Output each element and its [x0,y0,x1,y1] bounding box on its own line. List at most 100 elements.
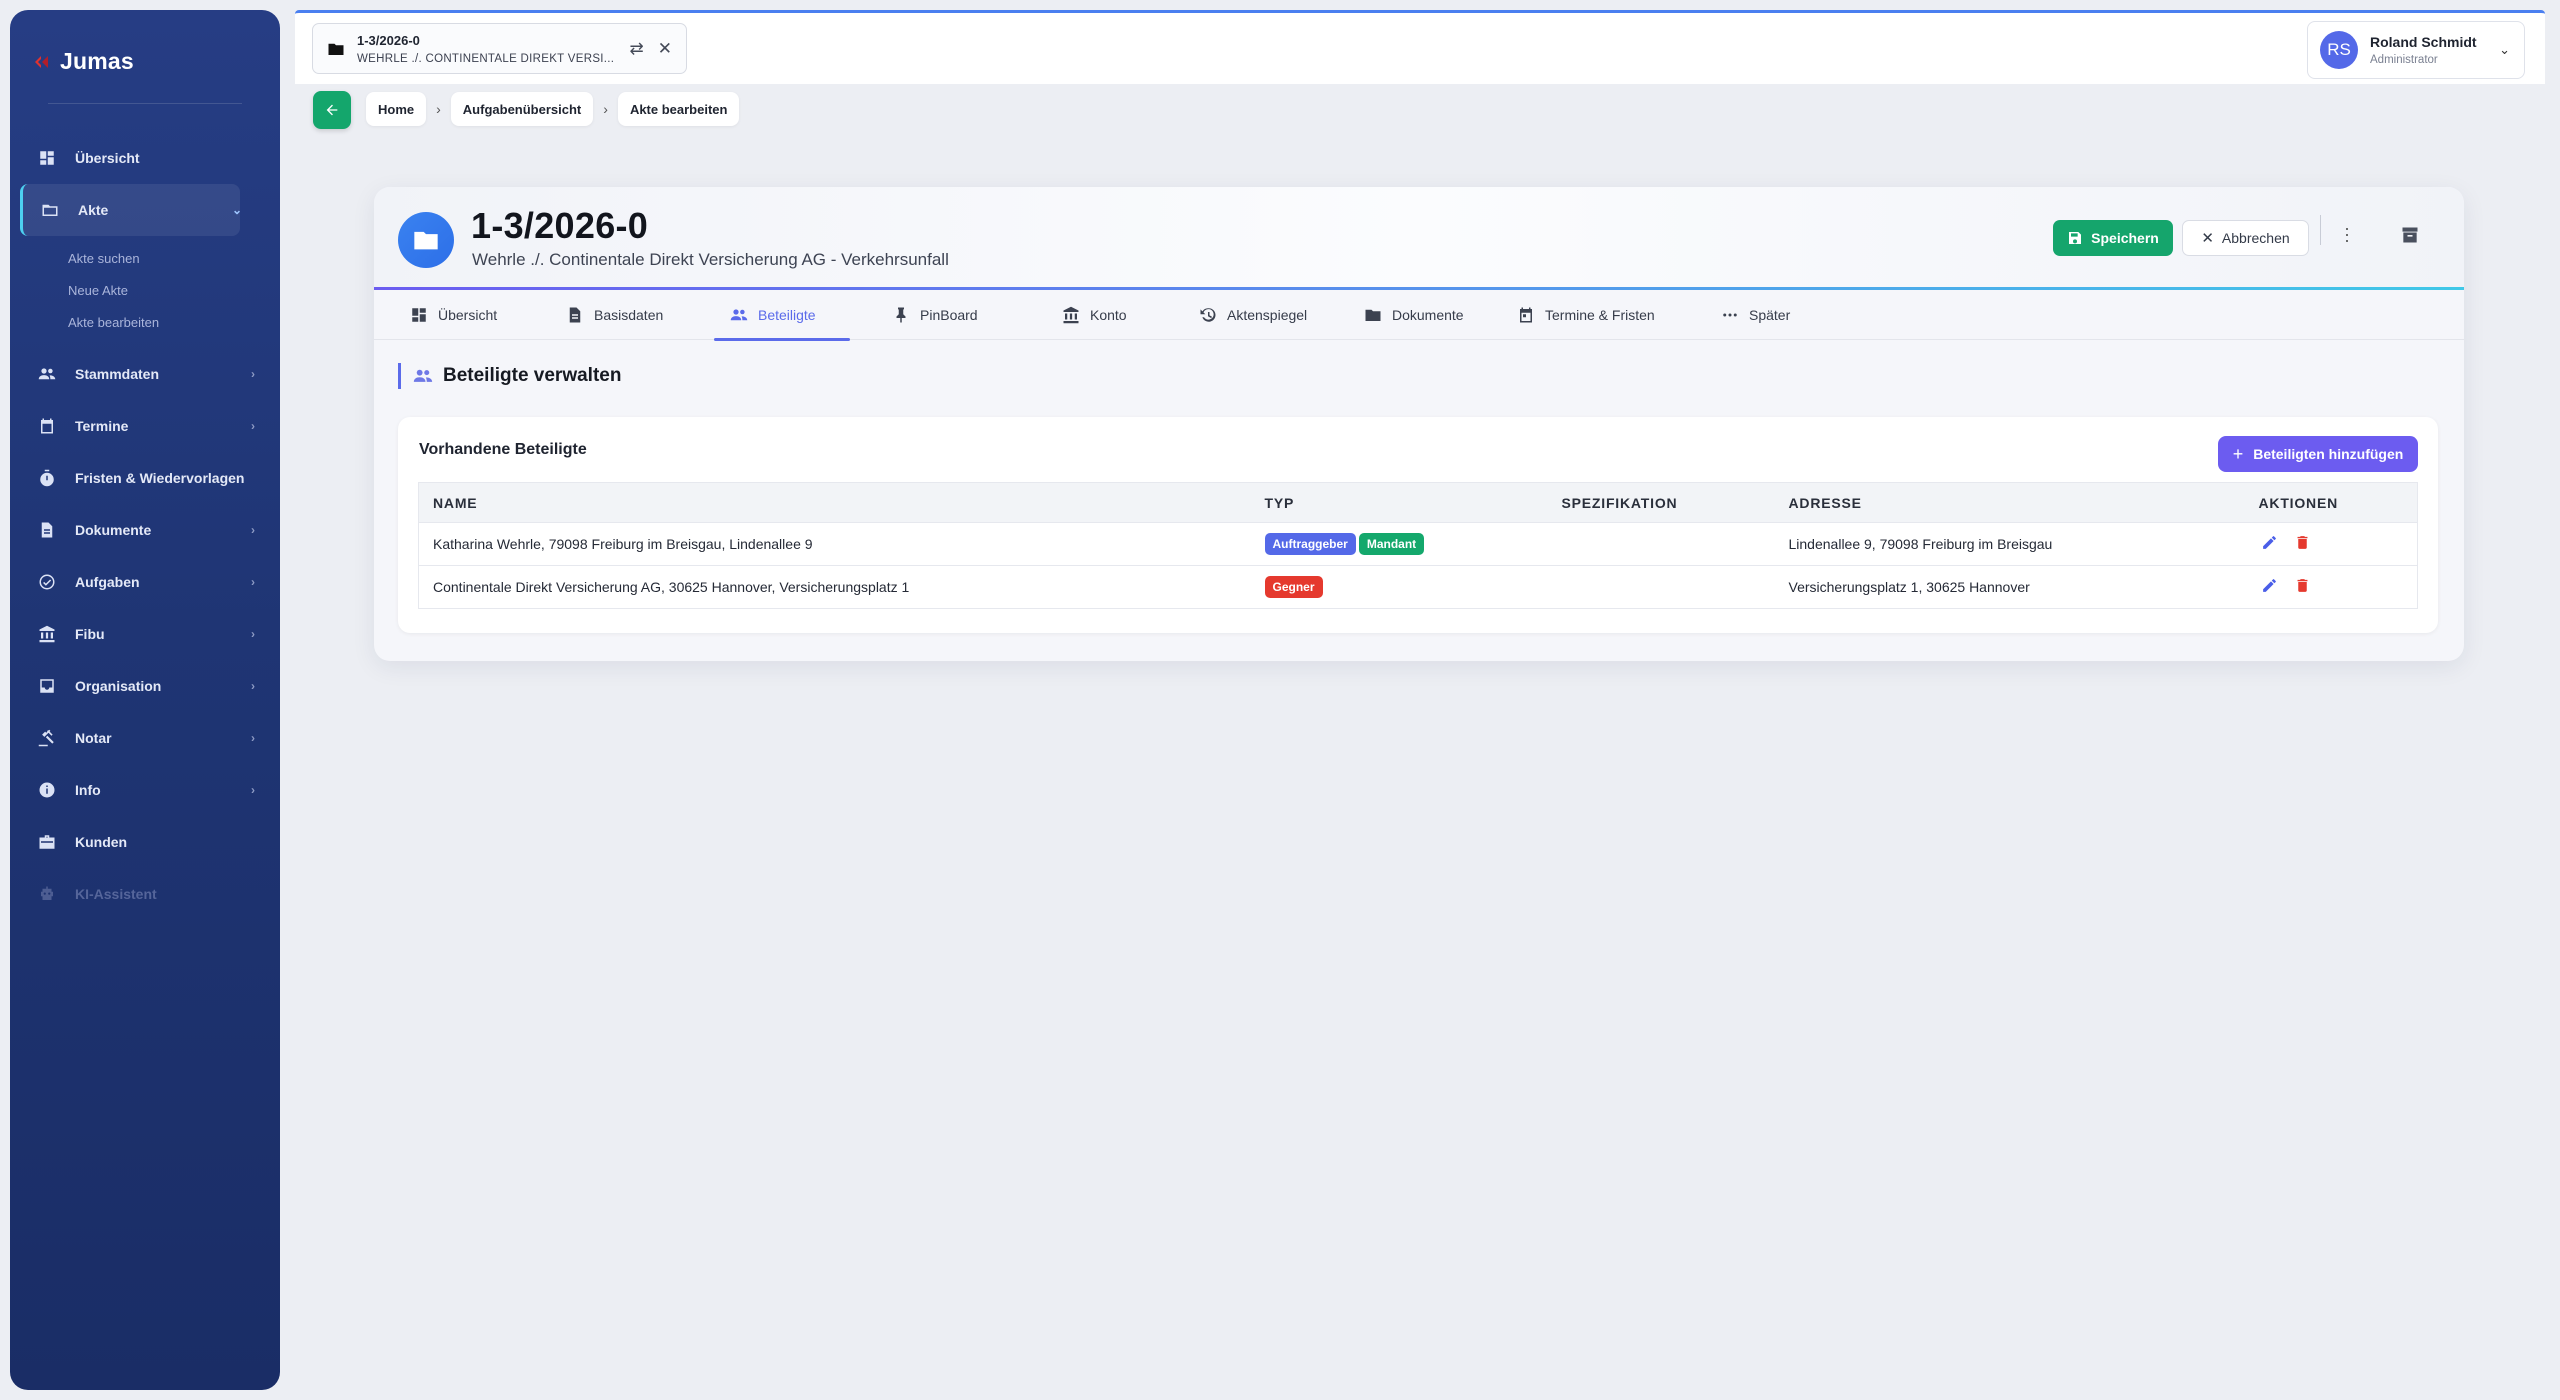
column-header-adresse[interactable]: ADRESSE [1774,482,2245,523]
cancel-button[interactable]: ✕ Abbrechen [2182,220,2309,256]
sidebar: Jumas Übersicht Akte ⌄ Akte suchen Neue … [10,10,280,1390]
people-icon [730,309,748,321]
bank-icon [37,624,57,644]
breadcrumb-akte-bearbeiten[interactable]: Akte bearbeiten [617,92,740,126]
sidebar-item-akte[interactable]: Akte ⌄ [20,184,242,236]
sidebar-item-aufgaben[interactable]: Aufgaben › [10,556,280,608]
archive-icon[interactable] [2400,225,2420,245]
edit-icon[interactable] [2261,577,2278,594]
cell-typ: Auftraggeber Mandant [1250,522,1548,566]
delete-icon[interactable] [2294,534,2311,551]
table-row[interactable]: Continentale Direkt Versicherung AG, 306… [418,565,2418,609]
sidebar-item-uebersicht[interactable]: Übersicht [10,132,280,184]
folder-icon [40,200,60,220]
file-tab-subtitle: WEHRLE ./. CONTINENTALE DIREKT VERSI... [357,52,615,65]
breadcrumb-home[interactable]: Home [366,92,427,126]
folder-icon [328,43,344,55]
swap-icon[interactable]: ⇄ [630,39,644,59]
file-tab-text: 1-3/2026-0 WEHRLE ./. CONTINENTALE DIREK… [357,33,614,65]
chevron-right-icon: › [251,627,255,641]
tab-basisdaten[interactable]: Basisdaten [566,290,663,340]
submenu-akte-bearbeiten[interactable]: Akte bearbeiten [68,306,280,338]
tab-label: Aktenspiegel [1227,307,1308,323]
cancel-label: Abbrechen [2221,230,2290,246]
sidebar-item-label: KI-Assistent [75,886,157,902]
people-icon [37,364,57,384]
sidebar-item-label: Fibu [75,626,105,642]
file-tab-title: 1-3/2026-0 [357,32,420,48]
document-icon [37,520,57,540]
open-file-tab[interactable]: 1-3/2026-0 WEHRLE ./. CONTINENTALE DIREK… [312,23,687,74]
column-header-typ[interactable]: TYP [1250,482,1548,523]
tab-uebersicht[interactable]: Übersicht [410,290,497,340]
table-row[interactable]: Katharina Wehrle, 79098 Freiburg im Brei… [418,522,2418,566]
sidebar-divider [48,103,242,104]
tab-beteiligte[interactable]: Beteiligte [714,290,850,341]
sidebar-item-label: Info [75,782,101,798]
close-icon: ✕ [2201,230,2214,247]
delete-icon[interactable] [2294,577,2311,594]
chevron-down-icon: ⌄ [2499,42,2510,57]
sidebar-item-kunden[interactable]: Kunden [10,816,280,868]
add-beteiligten-button[interactable]: + Beteiligten hinzufügen [2218,436,2418,472]
cell-aktionen [2244,522,2418,566]
tab-konto[interactable]: Konto [1062,290,1127,340]
sidebar-item-stammdaten[interactable]: Stammdaten › [10,348,280,400]
column-header-spezifikation[interactable]: SPEZIFIKATION [1547,482,1775,523]
submenu-akte-suchen[interactable]: Akte suchen [68,242,280,274]
sidebar-item-fibu[interactable]: Fibu › [10,608,280,660]
sidebar-item-dokumente[interactable]: Dokumente › [10,504,280,556]
akte-card: 1-3/2026-0 Wehrle ./. Continentale Direk… [374,187,2464,661]
timer-icon [37,468,57,488]
close-icon[interactable]: ✕ [658,39,672,59]
page-title: 1-3/2026-0 [471,205,649,246]
cell-name: Katharina Wehrle, 79098 Freiburg im Brei… [418,522,1251,566]
tab-pinboard[interactable]: PinBoard [892,290,978,340]
edit-icon[interactable] [2261,534,2278,551]
breadcrumb-aufgabenuebersicht[interactable]: Aufgabenübersicht [450,92,594,126]
sidebar-item-label: Dokumente [75,522,152,538]
sidebar-item-fristen[interactable]: Fristen & Wiedervorlagen [10,452,280,504]
tab-label: Dokumente [1392,307,1464,323]
section-title-text: Beteiligte verwalten [443,365,622,386]
inbox-icon [37,676,57,696]
chevron-right-icon: › [251,367,255,381]
more-horiz-icon [1723,313,1737,317]
tab-label: Termine & Fristen [1545,307,1655,323]
plus-icon: + [2232,443,2244,464]
avatar: RS [2320,31,2358,69]
app-logo[interactable]: Jumas [32,48,134,75]
breadcrumb: Home › Aufgabenübersicht › Akte bearbeit… [366,92,740,126]
back-button[interactable] [313,91,351,129]
sidebar-item-label: Fristen & Wiedervorlagen [75,470,245,486]
sidebar-item-organisation[interactable]: Organisation › [10,660,280,712]
chevron-down-icon: ⌄ [231,203,242,217]
top-bar: 1-3/2026-0 WEHRLE ./. CONTINENTALE DIREK… [295,10,2545,84]
type-badge: Mandant [1358,533,1425,555]
chevron-right-icon: › [251,679,255,693]
sidebar-item-label: Organisation [75,678,162,694]
tab-label: Konto [1090,307,1127,323]
submenu-neue-akte[interactable]: Neue Akte [68,274,280,306]
chevron-right-icon: › [251,731,255,745]
tab-label: Beteiligte [758,307,816,323]
tab-dokumente[interactable]: Dokumente [1364,290,1464,340]
sidebar-item-info[interactable]: Info › [10,764,280,816]
tab-aktenspiegel[interactable]: Aktenspiegel [1199,290,1307,340]
column-header-name[interactable]: NAME [418,482,1251,523]
akte-header: 1-3/2026-0 Wehrle ./. Continentale Direk… [374,187,2464,290]
tab-termine-fristen[interactable]: Termine & Fristen [1517,290,1655,340]
save-button[interactable]: Speichern [2053,220,2173,256]
tab-spaeter[interactable]: Später [1721,290,1790,340]
gavel-icon [37,728,57,748]
dashboard-icon [412,308,426,322]
people-icon [413,369,433,382]
sidebar-item-notar[interactable]: Notar › [10,712,280,764]
save-icon [2069,232,2082,244]
tab-label: Übersicht [438,307,498,323]
more-vert-icon[interactable]: · · · [2344,219,2350,249]
save-label: Speichern [2091,230,2159,246]
sidebar-item-termine[interactable]: Termine › [10,400,280,452]
user-menu[interactable]: RS Roland Schmidt Administrator ⌄ [2307,21,2525,79]
folder-icon [414,231,438,250]
